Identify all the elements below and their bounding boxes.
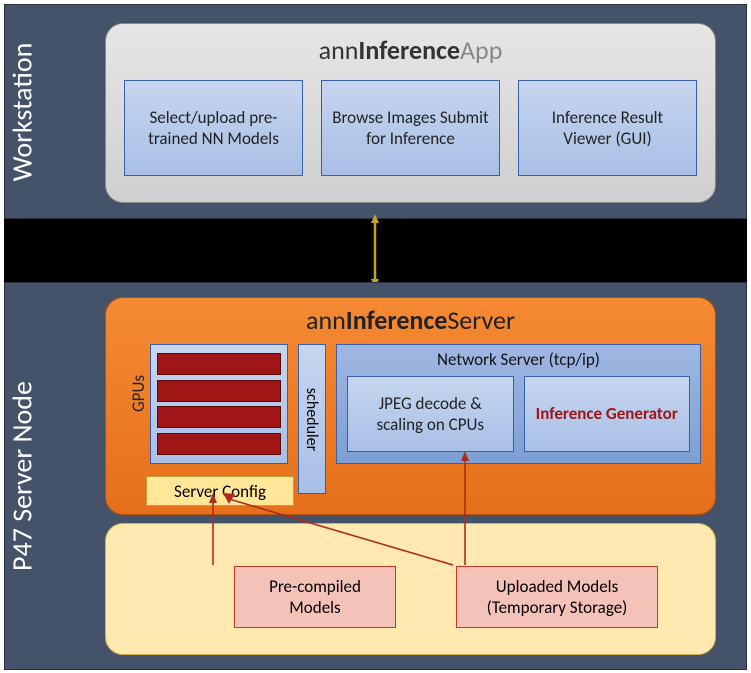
network-row: JPEG decode & scaling on CPUs Inference … xyxy=(337,376,700,452)
app-row: Select/upload pre-trained NN Models Brow… xyxy=(124,80,697,176)
scheduler-box: scheduler xyxy=(298,344,326,494)
gap xyxy=(4,219,747,282)
app-title: annInferenceApp xyxy=(124,34,697,66)
server-title-suf: Server xyxy=(447,304,515,336)
app-card: annInferenceApp Select/upload pre-traine… xyxy=(105,23,716,203)
app-title-mid: Inference xyxy=(358,34,460,66)
app-title-pre: ann xyxy=(319,34,359,66)
precompiled-models-box: Pre-compiled Models xyxy=(234,566,396,628)
app-title-suf: App xyxy=(460,34,502,66)
network-server-box: Network Server (tcp/ip) JPEG decode & sc… xyxy=(336,344,701,464)
inference-generator-box: Inference Generator xyxy=(524,376,691,452)
app-box-browse: Browse Images Submit for Inference xyxy=(321,80,500,176)
app-box-result: Inference Result Viewer (GUI) xyxy=(518,80,697,176)
gpu-bar xyxy=(157,380,281,402)
server-title-mid: Inference xyxy=(346,304,448,336)
gpu-bar xyxy=(157,433,281,455)
app-box-upload: Select/upload pre-trained NN Models xyxy=(124,80,303,176)
server-config-box: Server Config xyxy=(146,476,294,506)
server-node-label: P47 Server Node xyxy=(5,326,40,626)
server-title: annInferenceServer xyxy=(106,304,715,336)
gpus-box xyxy=(150,344,288,464)
gpu-bar xyxy=(157,406,281,428)
workstation-panel: Workstation annInferenceApp Select/uploa… xyxy=(4,4,747,219)
storage-card: Pre-compiled Models Uploaded Models (Tem… xyxy=(105,523,716,655)
gpu-bar xyxy=(157,353,281,375)
workstation-label: Workstation xyxy=(5,2,40,222)
gpus-label: GPUs xyxy=(128,375,149,412)
network-server-title: Network Server (tcp/ip) xyxy=(337,345,700,376)
server-card: annInferenceServer GPUs Server Config sc… xyxy=(105,297,716,515)
scheduler-label: scheduler xyxy=(303,387,322,450)
jpeg-decode-box: JPEG decode & scaling on CPUs xyxy=(347,376,514,452)
uploaded-models-box: Uploaded Models (Temporary Storage) xyxy=(456,566,658,628)
server-node-panel: P47 Server Node annInferenceServer GPUs … xyxy=(4,282,747,670)
server-title-pre: ann xyxy=(306,304,346,336)
